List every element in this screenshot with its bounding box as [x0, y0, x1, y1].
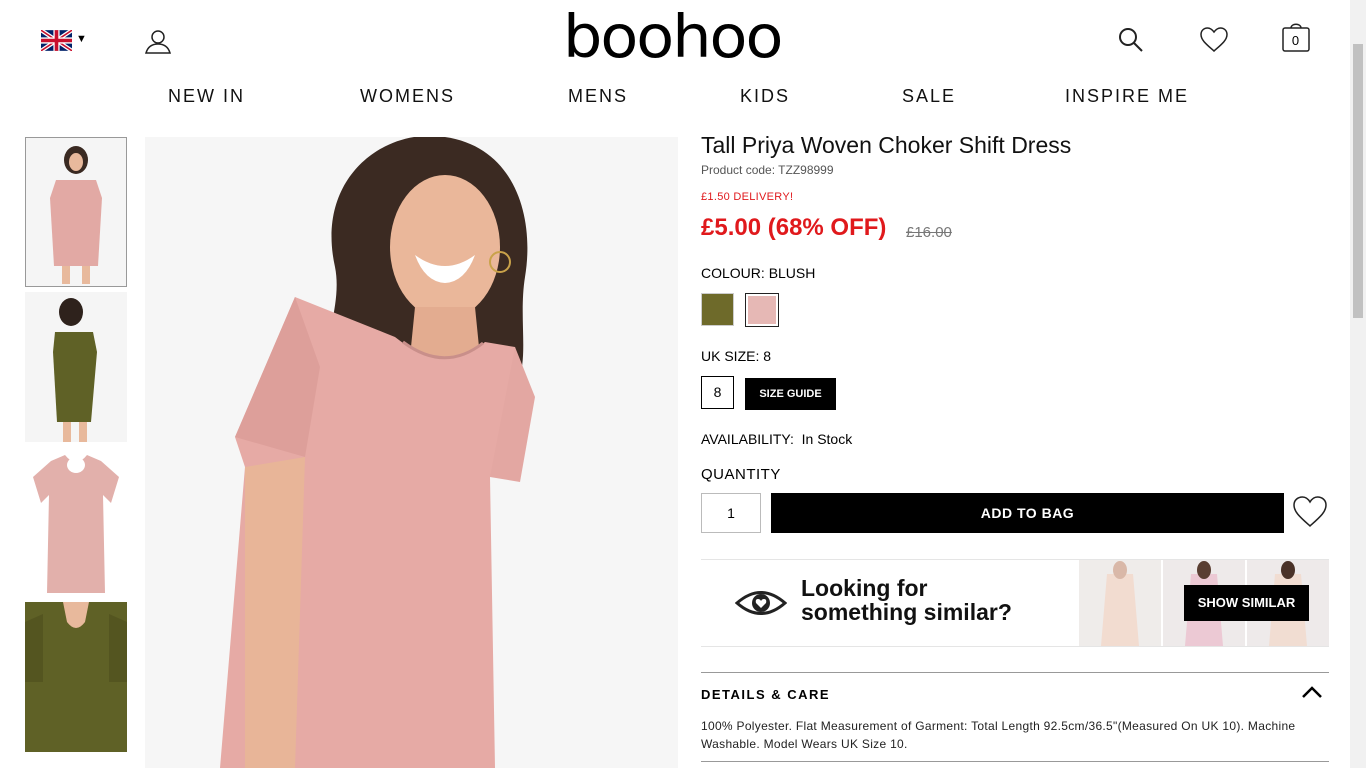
- nav-mens[interactable]: MENS: [568, 86, 628, 107]
- nav-inspire-me[interactable]: INSPIRE ME: [1065, 86, 1189, 107]
- size-label-key: UK SIZE:: [701, 348, 760, 364]
- thumbnail-3[interactable]: [25, 447, 127, 597]
- similar-line-2: something similar?: [801, 599, 1012, 625]
- size-label: UK SIZE: 8: [701, 348, 771, 364]
- details-divider: [701, 761, 1329, 762]
- chevron-up-icon[interactable]: [1301, 685, 1323, 704]
- quantity-label: QUANTITY: [701, 466, 781, 483]
- size-option-8[interactable]: 8: [701, 376, 734, 409]
- eye-heart-icon: [734, 588, 788, 623]
- brand-logo[interactable]: boohoo: [563, 7, 783, 67]
- add-to-wishlist-heart-icon[interactable]: [1293, 496, 1327, 533]
- colour-label-key: COLOUR:: [701, 265, 765, 281]
- was-price: £16.00: [906, 224, 952, 241]
- swatch-blush[interactable]: [745, 293, 779, 327]
- site-header: ▼ boohoo 0 NEW IN WOMENS MENS KIDS SALE …: [0, 0, 1350, 120]
- product-title: Tall Priya Woven Choker Shift Dress: [701, 132, 1072, 158]
- wishlist-icon[interactable]: [1200, 27, 1228, 58]
- nav-kids[interactable]: KIDS: [740, 86, 790, 107]
- thumbnail-1[interactable]: [25, 137, 127, 287]
- availability-value: In Stock: [801, 431, 853, 447]
- thumbnail-4[interactable]: [25, 602, 127, 752]
- current-price: £5.00 (68% OFF): [701, 214, 887, 241]
- thumbnail-2[interactable]: [25, 292, 127, 442]
- availability: AVAILABILITY: In Stock: [701, 431, 852, 447]
- page-scrollbar[interactable]: [1350, 0, 1366, 768]
- similar-banner[interactable]: Looking for something similar? SHOW SIMI…: [701, 559, 1329, 647]
- scrollbar-thumb[interactable]: [1353, 44, 1363, 318]
- delivery-promo: £1.50 DELIVERY!: [701, 191, 794, 203]
- show-similar-button[interactable]: SHOW SIMILAR: [1184, 585, 1309, 621]
- nav-new-in[interactable]: NEW IN: [168, 86, 245, 107]
- details-body: 100% Polyester. Flat Measurement of Garm…: [701, 719, 1296, 751]
- search-icon[interactable]: [1118, 27, 1144, 58]
- similar-line-1: Looking for: [801, 575, 928, 601]
- caret-down-icon[interactable]: ▼: [76, 33, 87, 45]
- main-product-image[interactable]: [145, 137, 678, 768]
- product-code: Product code: TZZ98999: [701, 163, 834, 177]
- account-icon[interactable]: [144, 27, 172, 60]
- main-nav: NEW IN WOMENS MENS KIDS SALE INSPIRE ME: [0, 86, 1350, 110]
- add-to-bag-button[interactable]: ADD TO BAG: [771, 493, 1284, 533]
- quantity-input[interactable]: 1: [701, 493, 761, 533]
- details-heading[interactable]: DETAILS & CARE: [701, 687, 830, 702]
- colour-label-value: BLUSH: [768, 265, 816, 281]
- similar-text: Looking for something similar?: [801, 576, 1012, 624]
- similar-image-1[interactable]: [1079, 560, 1161, 646]
- bag-count: 0: [1291, 33, 1300, 48]
- size-guide-button[interactable]: SIZE GUIDE: [745, 378, 836, 410]
- size-label-value: 8: [763, 348, 772, 364]
- colour-label: COLOUR: BLUSH: [701, 265, 815, 281]
- availability-label: AVAILABILITY:: [701, 431, 794, 447]
- nav-womens[interactable]: WOMENS: [360, 86, 455, 107]
- uk-flag-icon[interactable]: [39, 28, 74, 53]
- details-section: DETAILS & CARE 100% Polyester. Flat Meas…: [701, 672, 1329, 762]
- swatch-olive[interactable]: [701, 293, 734, 326]
- nav-sale[interactable]: SALE: [902, 86, 956, 107]
